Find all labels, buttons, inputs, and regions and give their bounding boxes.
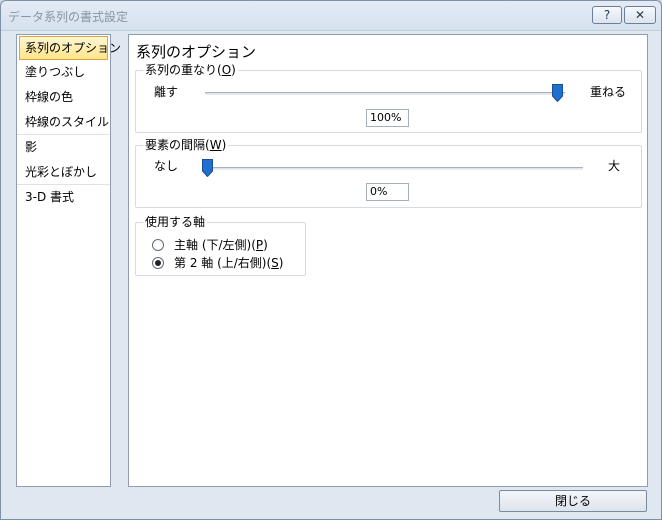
close-window-button[interactable]: ✕ (624, 6, 656, 24)
axis-group: 使用する軸 主軸 (下/左側)(P) 第 2 軸 (上/右側)(S) (135, 215, 306, 276)
window-title: データ系列の書式設定 (8, 10, 129, 24)
primary-axis-label: 主軸 (下/左側)(P) (174, 238, 268, 252)
sidebar-item-border-style[interactable]: 枠線のスタイル (17, 110, 110, 135)
overlap-value-field[interactable]: 100% (366, 109, 409, 127)
title-bar: データ系列の書式設定 ? ✕ (1, 1, 661, 31)
secondary-axis-label: 第 2 軸 (上/右側)(S) (174, 256, 284, 270)
gap-group: 要素の間隔(W) なし 大 0% (135, 138, 642, 208)
overlap-slider-thumb[interactable] (552, 84, 563, 102)
axis-legend: 使用する軸 (143, 215, 208, 229)
sidebar-item-shadow[interactable]: 影 (17, 135, 110, 160)
sidebar-item-border-color[interactable]: 枠線の色 (17, 85, 110, 110)
help-button[interactable]: ? (592, 6, 622, 24)
overlap-slider-track[interactable] (205, 92, 565, 95)
panel-title: 系列のオプション (136, 43, 257, 61)
dialog-window: データ系列の書式設定 ? ✕ 系列のオプション 塗りつぶし 枠線の色 枠線のスタ… (0, 0, 662, 520)
overlap-group: 系列の重なり(O) 離す 重ねる 100% (135, 63, 642, 133)
gap-left-label: なし (154, 159, 179, 173)
close-button[interactable]: 閉じる (499, 490, 647, 512)
overlap-legend: 系列の重なり(O) (143, 63, 238, 77)
gap-slider-track[interactable] (205, 167, 583, 170)
sidebar-item-series-options[interactable]: 系列のオプション (19, 36, 121, 60)
sidebar-item-3d-format[interactable]: 3-D 書式 (17, 185, 110, 210)
options-panel: 系列のオプション 系列の重なり(O) 離す 重ねる 100% 要素の間隔(W) … (128, 34, 648, 487)
gap-slider-thumb[interactable] (202, 159, 213, 177)
gap-right-label: 大 (608, 159, 621, 173)
secondary-axis-radio[interactable] (152, 257, 164, 269)
gap-legend: 要素の間隔(W) (143, 138, 229, 152)
overlap-left-label: 離す (154, 85, 179, 99)
primary-axis-radio[interactable] (152, 239, 164, 251)
overlap-right-label: 重ねる (590, 85, 627, 99)
category-list: 系列のオプション 塗りつぶし 枠線の色 枠線のスタイル 影 光彩とぼかし 3-D… (16, 34, 121, 487)
gap-value-field[interactable]: 0% (366, 183, 409, 201)
sidebar-item-fill[interactable]: 塗りつぶし (17, 60, 110, 85)
sidebar-item-glow-soft-edges[interactable]: 光彩とぼかし (17, 160, 110, 185)
